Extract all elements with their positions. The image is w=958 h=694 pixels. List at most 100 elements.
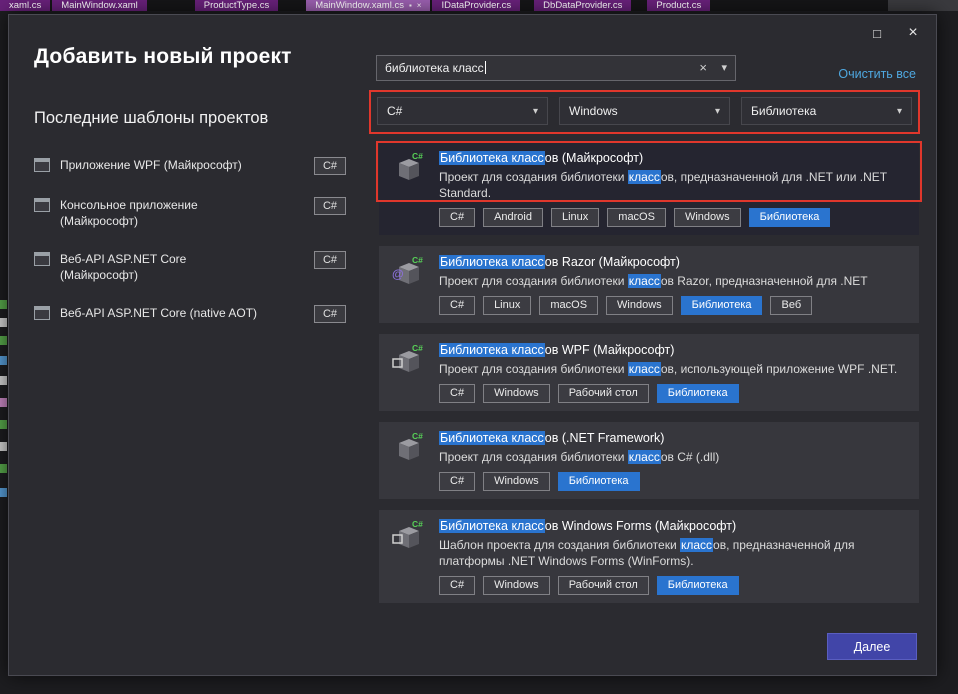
- platform-tag[interactable]: Windows: [483, 384, 550, 403]
- description-segment: ов, использующей приложение WPF .NET.: [661, 362, 897, 376]
- winforms-class-library-icon: C#: [391, 518, 427, 554]
- platform-tag[interactable]: Windows: [606, 296, 673, 315]
- wpf-class-library-icon: C#: [391, 342, 427, 378]
- recent-templates-list: Приложение WPF (Майкрософт)C#Консольное …: [34, 157, 346, 323]
- template-description: Проект для создания библиотеки классов, …: [439, 169, 901, 201]
- platform-tag[interactable]: C#: [439, 208, 475, 227]
- maximize-button[interactable]: □: [862, 21, 892, 45]
- filter-dropdown-platform[interactable]: Windows▾: [559, 97, 730, 125]
- platform-tag[interactable]: Android: [483, 208, 543, 227]
- web-api-icon: [34, 252, 50, 266]
- description-segment: Проект для создания библиотеки: [439, 450, 628, 464]
- template-description: Проект для создания библиотеки классов R…: [439, 273, 901, 289]
- platform-tag[interactable]: Windows: [483, 472, 550, 491]
- title-segment: Библиотека класс: [439, 431, 545, 445]
- tab-close-icon[interactable]: ×: [417, 0, 422, 11]
- platform-tag[interactable]: C#: [439, 296, 475, 315]
- title-segment: ов WPF (Майкрософт): [545, 343, 675, 357]
- tab-label: Product.cs: [656, 0, 701, 11]
- description-segment: Проект для создания библиотеки: [439, 362, 628, 376]
- template-item[interactable]: C#@Библиотека классов Razor (Майкрософт)…: [379, 246, 919, 323]
- tab-label: MainWindow.xaml.cs: [315, 0, 404, 11]
- platform-tag[interactable]: Linux: [551, 208, 599, 227]
- editor-tab[interactable]: MainWindow.xaml: [52, 0, 147, 11]
- template-item[interactable]: C# Библиотека классов WPF (Майкрософт) Про…: [379, 334, 919, 411]
- filter-dropdown-language[interactable]: C#▾: [377, 97, 548, 125]
- platform-tag[interactable]: Библиотека: [657, 384, 739, 403]
- editor-tab[interactable]: Product.cs: [647, 0, 710, 11]
- tab-label: ProductType.cs: [204, 0, 269, 11]
- editor-tab[interactable]: MainWindow.xaml.cs ▪ ×: [306, 0, 430, 11]
- template-tags: C# Android Linux macOS Windows Библиотека: [439, 208, 907, 227]
- recent-template-item[interactable]: Веб-API ASP.NET Core (Майкрософт)C#: [34, 251, 346, 283]
- template-content: Библиотека классов Razor (Майкрософт)Про…: [439, 254, 907, 315]
- template-title: Библиотека классов Razor (Майкрософт): [439, 254, 907, 271]
- recent-template-item[interactable]: Веб-API ASP.NET Core (native AOT)C#: [34, 305, 346, 323]
- description-segment: ов Razor, предназначенной для .NET: [661, 274, 868, 288]
- template-item[interactable]: C# Библиотека классов (.NET Framework) Про…: [379, 422, 919, 499]
- platform-tag[interactable]: C#: [439, 384, 475, 403]
- filter-label: Библиотека: [751, 104, 816, 118]
- platform-tag[interactable]: Windows: [674, 208, 741, 227]
- wpf-app-icon: [34, 158, 50, 172]
- search-clear-icon[interactable]: ×: [699, 60, 707, 75]
- recent-template-item[interactable]: Приложение WPF (Майкрософт)C#: [34, 157, 346, 175]
- editor-fragment: [0, 318, 7, 327]
- editor-tab[interactable]: xaml.cs: [0, 0, 50, 11]
- platform-tag[interactable]: Рабочий стол: [558, 576, 649, 595]
- editor-tab[interactable]: DbDataProvider.cs: [534, 0, 631, 11]
- filter-label: Windows: [569, 104, 618, 118]
- search-dropdown-icon[interactable]: ▾: [721, 61, 727, 74]
- platform-tag[interactable]: Библиотека: [749, 208, 831, 227]
- editor-tab[interactable]: ProductType.cs: [195, 0, 278, 11]
- description-segment: класс: [628, 274, 661, 288]
- recent-template-item[interactable]: Консольное приложение (Майкрософт)C#: [34, 197, 346, 229]
- search-input[interactable]: библиотека класс × ▾: [376, 55, 736, 81]
- close-button[interactable]: ×: [898, 21, 928, 45]
- template-tags: C# Windows Рабочий стол Библиотека: [439, 576, 907, 595]
- clear-all-link[interactable]: Очистить все: [838, 67, 916, 81]
- platform-tag[interactable]: Библиотека: [657, 576, 739, 595]
- recent-template-label: Приложение WPF (Майкрософт): [60, 157, 260, 173]
- platform-tag[interactable]: macOS: [539, 296, 598, 315]
- editor-fragment: [0, 376, 7, 385]
- template-description: Проект для создания библиотеки классов C…: [439, 449, 901, 465]
- class-library-icon: C#: [391, 150, 427, 186]
- platform-tag[interactable]: C#: [439, 472, 475, 491]
- template-title: Библиотека классов (.NET Framework): [439, 430, 907, 447]
- razor-class-library-icon: C#@: [391, 254, 427, 290]
- dialog-title: Добавить новый проект: [34, 45, 292, 69]
- platform-tag[interactable]: macOS: [607, 208, 666, 227]
- platform-tag[interactable]: Windows: [483, 576, 550, 595]
- platform-tag[interactable]: Веб: [770, 296, 812, 315]
- template-description: Шаблон проекта для создания библиотеки к…: [439, 537, 901, 569]
- template-title: Библиотека классов WPF (Майкрософт): [439, 342, 907, 359]
- platform-tag[interactable]: Библиотека: [558, 472, 640, 491]
- platform-tag[interactable]: C#: [439, 576, 475, 595]
- description-segment: ов C# (.dll): [661, 450, 719, 464]
- description-segment: класс: [628, 170, 661, 184]
- template-content: Библиотека классов (Майкрософт) Проект дл…: [439, 150, 907, 227]
- editor-tab[interactable]: IDataProvider.cs: [432, 0, 520, 11]
- language-badge: C#: [314, 305, 346, 323]
- template-item[interactable]: C# Библиотека классов Windows Forms (Майк…: [379, 510, 919, 603]
- editor-fragment: [0, 336, 7, 345]
- template-title: Библиотека классов Windows Forms (Майкро…: [439, 518, 907, 535]
- web-api-aot-icon: [34, 306, 50, 320]
- platform-tag[interactable]: Библиотека: [681, 296, 763, 315]
- tab-label: IDataProvider.cs: [441, 0, 511, 11]
- title-segment: Библиотека класс: [439, 255, 545, 269]
- platform-tag[interactable]: Linux: [483, 296, 531, 315]
- next-button[interactable]: Далее: [827, 633, 917, 660]
- pin-icon[interactable]: ▪: [409, 0, 412, 11]
- template-item[interactable]: C# Библиотека классов (Майкрософт) Проект …: [379, 142, 919, 235]
- template-title: Библиотека классов (Майкрософт): [439, 150, 907, 167]
- editor-tabstrip: xaml.csMainWindow.xaml ProductType.cs Main…: [0, 0, 958, 11]
- vs-window: xaml.csMainWindow.xaml ProductType.cs Main…: [0, 0, 958, 694]
- recent-template-label: Веб-API ASP.NET Core (Майкрософт): [60, 251, 260, 283]
- title-segment: ов (.NET Framework): [545, 431, 665, 445]
- filter-dropdown-project-type[interactable]: Библиотека▾: [741, 97, 912, 125]
- template-tags: C# Windows Рабочий стол Библиотека: [439, 384, 907, 403]
- title-segment: ов Razor (Майкрософт): [545, 255, 680, 269]
- platform-tag[interactable]: Рабочий стол: [558, 384, 649, 403]
